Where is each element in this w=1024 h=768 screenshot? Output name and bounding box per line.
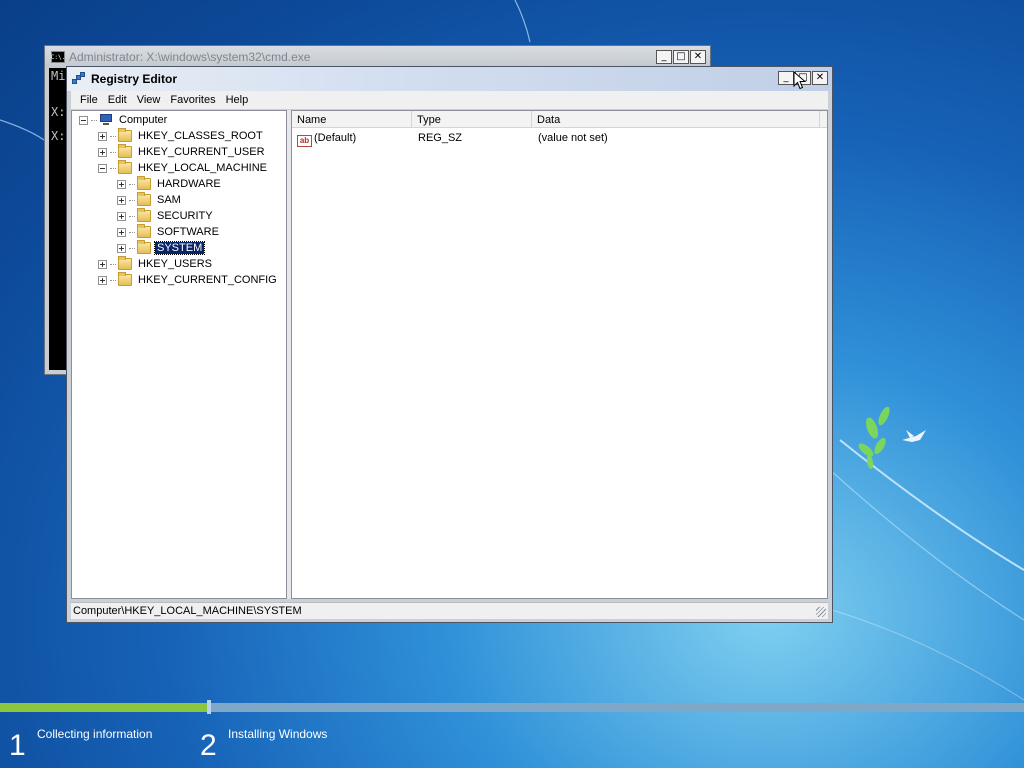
- tree-label: HKEY_CURRENT_USER: [138, 146, 265, 158]
- mouse-cursor-icon: [793, 71, 806, 90]
- registry-editor-window[interactable]: Registry Editor _ □ ✕ File Edit View Fav…: [66, 66, 833, 623]
- computer-icon: [99, 114, 113, 126]
- tree-item-hkey-users[interactable]: HKEY_USERS: [98, 256, 214, 272]
- tree-label: HKEY_CLASSES_ROOT: [138, 130, 263, 142]
- menu-help[interactable]: Help: [221, 94, 254, 106]
- expand-icon[interactable]: [117, 195, 126, 205]
- tree-label-selected: SYSTEM: [153, 241, 206, 255]
- setup-progress: 1 Collecting information 2 Installing Wi…: [0, 700, 1024, 768]
- value-name-cell: ab (Default): [297, 132, 356, 147]
- cmd-icon: C:\.: [51, 51, 65, 63]
- tree-item-hkey-classes-root[interactable]: HKEY_CLASSES_ROOT: [98, 128, 265, 144]
- folder-icon: [137, 240, 151, 254]
- regedit-title: Registry Editor: [91, 72, 178, 86]
- folder-icon: [118, 256, 132, 270]
- tree-item-hkey-local-machine[interactable]: HKEY_LOCAL_MACHINE: [98, 160, 269, 176]
- tree-label: HKEY_USERS: [138, 258, 212, 270]
- tree-label: Computer: [119, 114, 168, 126]
- progress-divider: [207, 700, 211, 714]
- progress-step1-fill: [0, 703, 207, 712]
- collapse-icon[interactable]: [79, 115, 88, 125]
- list-header: Name Type Data: [292, 111, 827, 128]
- bird-icon: [902, 430, 926, 442]
- step-label: Collecting information: [37, 727, 153, 741]
- column-header-data[interactable]: Data: [532, 111, 820, 128]
- tree-item-sam[interactable]: SAM: [117, 192, 183, 208]
- column-header-type[interactable]: Type: [412, 111, 532, 128]
- expand-icon[interactable]: [117, 179, 126, 189]
- step-number: 2: [200, 729, 217, 762]
- expand-icon[interactable]: [98, 147, 107, 157]
- menu-view[interactable]: View: [132, 94, 166, 106]
- folder-open-icon: [118, 160, 132, 174]
- step-number: 1: [9, 729, 26, 762]
- tree-item-hkey-current-config[interactable]: HKEY_CURRENT_CONFIG: [98, 272, 279, 288]
- tree-item-hkey-current-user[interactable]: HKEY_CURRENT_USER: [98, 144, 267, 160]
- column-header-name[interactable]: Name: [292, 111, 412, 128]
- cmd-title-bar[interactable]: C:\. Administrator: X:\windows\system32\…: [45, 46, 710, 68]
- tree-label: HKEY_CURRENT_CONFIG: [138, 274, 277, 286]
- expand-icon[interactable]: [117, 243, 126, 253]
- collapse-icon[interactable]: [98, 163, 107, 173]
- tree-item-system[interactable]: SYSTEM: [117, 240, 206, 256]
- step-label: Installing Windows: [228, 727, 328, 741]
- leaf-logo-icon: [858, 406, 890, 469]
- cmd-maximize-button[interactable]: □: [673, 50, 689, 64]
- folder-icon: [118, 272, 132, 286]
- cmd-close-button[interactable]: ✕: [690, 50, 706, 64]
- expand-icon[interactable]: [98, 259, 107, 269]
- tree-item-computer[interactable]: Computer: [79, 112, 169, 128]
- folder-icon: [118, 144, 132, 158]
- tree-label: HKEY_LOCAL_MACHINE: [138, 162, 267, 174]
- tree-item-software[interactable]: SOFTWARE: [117, 224, 221, 240]
- menu-file[interactable]: File: [75, 94, 103, 106]
- tree-item-hardware[interactable]: HARDWARE: [117, 176, 223, 192]
- menu-favorites[interactable]: Favorites: [165, 94, 220, 106]
- registry-tree[interactable]: Computer HKEY_CLASSES_ROOT HKEY_CURRENT_…: [71, 110, 287, 599]
- tree-label: SOFTWARE: [157, 226, 219, 238]
- cmd-minimize-button[interactable]: _: [656, 50, 672, 64]
- value-data: (value not set): [538, 132, 608, 144]
- string-value-icon: ab: [297, 135, 312, 147]
- list-item[interactable]: ab (Default) REG_SZ (value not set): [292, 130, 827, 147]
- tree-label: HARDWARE: [157, 178, 221, 190]
- expand-icon[interactable]: [98, 131, 107, 141]
- menu-bar: File Edit View Favorites Help: [71, 91, 828, 109]
- tree-label: SECURITY: [157, 210, 213, 222]
- regedit-icon: [72, 72, 86, 86]
- tree-label: SAM: [157, 194, 181, 206]
- values-list[interactable]: Name Type Data ab (Default) REG_SZ (value…: [291, 110, 828, 599]
- regedit-title-bar[interactable]: Registry Editor: [67, 67, 832, 91]
- resize-grip-icon[interactable]: [816, 607, 826, 617]
- expand-icon[interactable]: [98, 275, 107, 285]
- status-path: Computer\HKEY_LOCAL_MACHINE\SYSTEM: [73, 605, 302, 617]
- folder-icon: [137, 208, 151, 222]
- expand-icon[interactable]: [117, 227, 126, 237]
- folder-icon: [137, 176, 151, 190]
- cmd-title: Administrator: X:\windows\system32\cmd.e…: [69, 50, 311, 64]
- progress-step2-fill: [211, 703, 1021, 712]
- value-type: REG_SZ: [418, 132, 463, 144]
- expand-icon[interactable]: [117, 211, 126, 221]
- value-name: (Default): [314, 132, 357, 144]
- folder-icon: [137, 192, 151, 206]
- folder-icon: [118, 128, 132, 142]
- folder-icon: [137, 224, 151, 238]
- regedit-minimize-button[interactable]: _: [778, 71, 794, 85]
- menu-edit[interactable]: Edit: [103, 94, 132, 106]
- tree-item-security[interactable]: SECURITY: [117, 208, 215, 224]
- regedit-close-button[interactable]: ✕: [812, 71, 828, 85]
- status-bar: Computer\HKEY_LOCAL_MACHINE\SYSTEM: [71, 602, 828, 619]
